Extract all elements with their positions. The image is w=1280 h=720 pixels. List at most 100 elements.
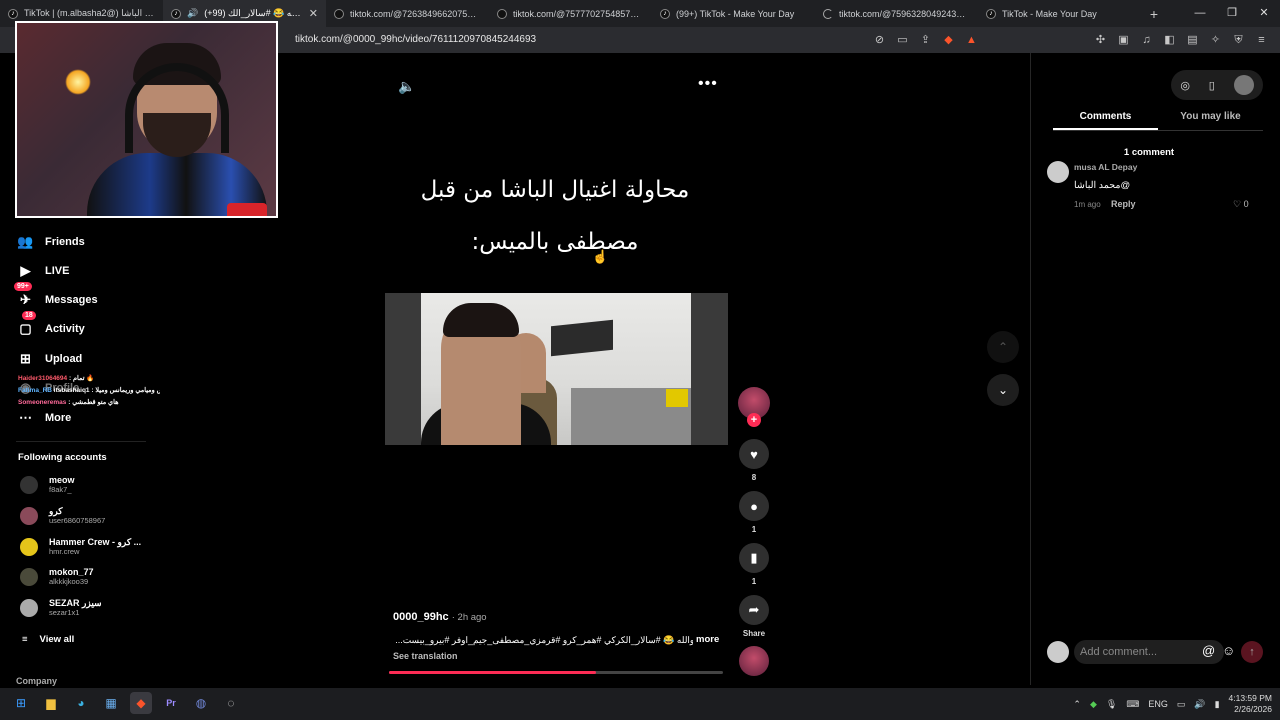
company-link[interactable]: Company (16, 676, 57, 686)
close-window-button[interactable]: ✕ (1248, 0, 1280, 27)
system-tray: ⌃ ◆ 🎙 ⌨ ENG ▭ 🔊 ▮ 4:13:59 PM 2/26/2026 (1073, 688, 1272, 720)
emoji-icon[interactable]: ☺ (1222, 643, 1235, 658)
sound-avatar-button[interactable] (737, 646, 771, 676)
tab-comments[interactable]: Comments (1053, 111, 1158, 130)
author-avatar-button[interactable]: + (737, 387, 771, 427)
tray-expand-icon[interactable]: ⌃ (1073, 699, 1081, 710)
share-button[interactable]: ➦ Share (737, 595, 771, 638)
tab-you-may-like[interactable]: You may like (1158, 111, 1263, 130)
file-explorer-icon[interactable]: ▆ (40, 692, 62, 714)
yellow-item (666, 389, 688, 407)
sidebar-item-activity[interactable]: ▢ 18 Activity (18, 311, 85, 336)
sidebar-item-live[interactable]: ▶ LIVE (18, 263, 70, 278)
network-icon[interactable]: ▭ (1177, 699, 1186, 710)
premiere-icon[interactable]: Pr (160, 692, 182, 714)
clock[interactable]: 4:13:59 PM 2/26/2026 (1229, 693, 1272, 715)
menu-icon[interactable]: ≡ (1253, 32, 1270, 49)
video-description: حبيبي والله 😂 #سالار_الكركي #همر_كرو #قر… (395, 635, 718, 645)
video-author[interactable]: 0000_99hc · 2h ago (393, 611, 487, 623)
language-indicator[interactable]: ENG (1148, 699, 1168, 709)
profile-avatar[interactable] (1233, 75, 1254, 95)
more-options-icon[interactable]: ••• (698, 75, 718, 93)
vpn-icon[interactable]: ⛨ (1230, 32, 1247, 49)
sidebar-toggle-icon[interactable]: ◧ (1161, 32, 1178, 49)
keyboard-icon[interactable]: ⌨ (1126, 699, 1139, 710)
volume-icon[interactable]: 🔈 (398, 78, 415, 95)
next-video-button[interactable]: ⌄ (987, 374, 1019, 406)
chat-overlay-line: Haider31064694 : تمام 🔥 (18, 375, 95, 382)
send-button[interactable]: ↑ (1241, 641, 1263, 663)
video-progress-bar[interactable] (389, 671, 723, 674)
media-icon[interactable]: ♫ (1138, 32, 1155, 49)
browser-tab[interactable]: tiktok.com/@72638496620751595 (326, 0, 489, 27)
minimize-button[interactable]: — (1184, 0, 1216, 27)
cast-icon[interactable]: ▭ (894, 32, 911, 49)
volume-tray-icon[interactable]: 🔊 (1194, 699, 1205, 710)
video-caption-line: محاولة اغتيال الباشا من قبل (420, 177, 690, 203)
comment-username[interactable]: musa AL Depay (1074, 162, 1137, 172)
following-account[interactable]: Hammer Crew - كرو ... hmr.crew (20, 537, 141, 556)
follow-plus-icon[interactable]: + (747, 413, 761, 427)
comment-button[interactable]: ● 1 (737, 491, 771, 534)
messages-icon: ✈ 99+ (14, 282, 33, 307)
following-account[interactable]: meow f8ak7_ (20, 475, 75, 494)
heart-outline-icon: ♡ (1233, 199, 1242, 209)
maximize-button[interactable]: ❐ (1216, 0, 1248, 27)
screenshot-icon[interactable]: ▣ (1115, 32, 1132, 49)
wallet-icon[interactable]: ▤ (1184, 32, 1201, 49)
reply-button[interactable]: Reply (1111, 199, 1136, 209)
no-tracking-icon[interactable]: ⊘ (871, 32, 888, 49)
comment-like-button[interactable]: ♡ 0 (1233, 199, 1249, 210)
chevron-down-icon: ⌄ (997, 383, 1009, 397)
browser-tab[interactable]: tiktok.com/@759632804924366952 (815, 0, 978, 27)
mention-icon[interactable]: @ (1202, 643, 1215, 658)
share-icon[interactable]: ⇪ (917, 32, 934, 49)
avatar (20, 567, 38, 586)
close-tab-icon[interactable]: ✕ (309, 7, 318, 20)
extensions-icon[interactable]: ✣ (1092, 32, 1109, 49)
avatar (1047, 641, 1069, 663)
sidebar-item-more[interactable]: ⋯ More (18, 410, 71, 425)
brave-icon[interactable]: ◆ (130, 692, 152, 714)
more-link[interactable]: more (693, 634, 720, 645)
sidebar-item-messages[interactable]: ✈ 99+ Messages (14, 282, 98, 307)
sidebar-item-upload[interactable]: ⊞ Upload (18, 351, 82, 366)
battery-icon[interactable]: ▮ (1215, 699, 1220, 710)
edge-icon[interactable]: ◕ (70, 692, 92, 714)
brave-shield-icon[interactable]: ◆ (940, 32, 957, 49)
messages-badge: 99+ (14, 282, 32, 291)
video-frame[interactable] (385, 293, 728, 445)
tray-app-icon[interactable]: ◆ (1090, 699, 1097, 710)
panel-tabs: Comments You may like (1053, 111, 1263, 131)
previous-video-button[interactable]: ⌃ (987, 331, 1019, 363)
leo-ai-icon[interactable]: ✧ (1207, 32, 1224, 49)
brave-rewards-icon[interactable]: ▲ (963, 32, 980, 49)
save-button[interactable]: ▮ 1 (737, 543, 771, 586)
mic-icon[interactable]: 🎙 (1106, 699, 1117, 710)
speaker-icon[interactable]: 🔊 (187, 8, 198, 19)
obs-icon[interactable]: ◌ (220, 692, 242, 714)
video-scene (421, 293, 691, 445)
following-account[interactable]: كرو user6860758967 (20, 506, 105, 525)
new-tab-button[interactable]: + (1144, 6, 1164, 22)
see-translation-link[interactable]: See translation (393, 651, 458, 661)
browser-tab[interactable]: ♪ TikTok - Make Your Day (978, 0, 1138, 27)
url-field[interactable]: tiktok.com/@0000_99hc/video/761112097084… (295, 27, 536, 53)
coins-icon[interactable]: ◎ (1180, 79, 1190, 92)
comment-icon: ● (739, 491, 769, 521)
taskbar: ⊞ ▆ ◕ ▦ ◆ Pr ◍ ◌ ⌃ ◆ 🎙 ⌨ ENG ▭ 🔊 ▮ 4:13:… (0, 688, 1280, 720)
browser-tab[interactable]: ♪ (99+) TikTok - Make Your Day (652, 0, 815, 27)
like-button[interactable]: ♥ 8 (737, 439, 771, 482)
comment-count: 1 comment (1123, 147, 1175, 158)
avatar[interactable] (1047, 161, 1069, 183)
top-right-controls: ◎ ▯ (1171, 70, 1263, 100)
view-all-link[interactable]: ≡ View all (22, 634, 74, 645)
sidebar-item-friends[interactable]: 👥 Friends (17, 234, 84, 249)
device-icon[interactable]: ▯ (1209, 79, 1215, 92)
browser-tab[interactable]: tiktok.com/@757770275485748532 (489, 0, 652, 27)
discord-icon[interactable]: ◍ (190, 692, 212, 714)
windows-start-icon[interactable]: ⊞ (10, 692, 32, 714)
following-account[interactable]: SEZAR سيزر sezar1x1 (20, 598, 102, 617)
store-icon[interactable]: ▦ (100, 692, 122, 714)
following-account[interactable]: mokon_77 alkkkjkoo39 (20, 567, 94, 586)
